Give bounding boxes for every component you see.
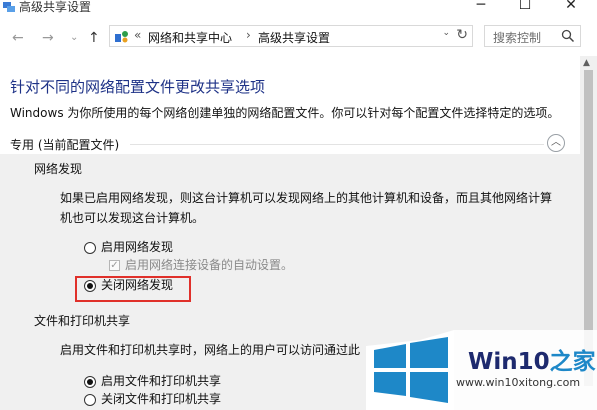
network-discovery-desc-line1: 如果已启用网络发现，则这台计算机可以发现网络上的其他计算机和设备，而且其他网络计… — [60, 191, 553, 205]
minimize-button[interactable]: ─ — [466, 0, 496, 16]
file-sharing-on-label[interactable]: 启用文件和打印机共享 — [101, 372, 221, 389]
file-printer-sharing-title: 文件和打印机共享 — [34, 314, 131, 328]
file-sharing-on-radio[interactable] — [84, 376, 96, 388]
recent-locations-dropdown[interactable]: ⌄ — [70, 28, 78, 48]
annotation-highlight-box — [75, 276, 191, 302]
forward-button[interactable]: → — [42, 28, 54, 48]
title-bar: 高级共享设置 ─ ☐ ✕ — [0, 0, 597, 20]
network-discovery-on-radio[interactable] — [84, 242, 96, 254]
refresh-icon[interactable]: ↻ — [456, 27, 468, 43]
watermark-brand: Win10之家 — [468, 342, 596, 376]
breadcrumb-advanced-sharing[interactable]: 高级共享设置 — [258, 29, 330, 46]
close-button[interactable]: ✕ — [556, 0, 586, 16]
network-discovery-desc-line2: 机也可以发现这台计算机。 — [60, 211, 205, 225]
search-placeholder: 搜索控制 — [493, 31, 542, 45]
network-sharing-icon — [3, 2, 15, 12]
file-printer-sharing-desc: 启用文件和打印机共享时，网络上的用户可以访问通过此 — [60, 343, 361, 357]
network-discovery-title: 网络发现 — [34, 162, 83, 176]
up-button[interactable]: ↑ — [88, 28, 100, 48]
page-heading: 针对不同的网络配置文件更改共享选项 — [10, 78, 266, 96]
window-title: 高级共享设置 — [19, 0, 92, 14]
watermark-url: www.win10xitong.com — [456, 376, 581, 389]
brand-main: Win10 — [468, 349, 550, 375]
file-sharing-off-label[interactable]: 关闭文件和打印机共享 — [101, 390, 221, 407]
page-description: Windows 为你所使用的每个网络创建单独的网络配置文件。你可以针对每个配置文… — [10, 106, 560, 120]
auto-setup-checkbox: ✓ — [109, 260, 120, 271]
search-input[interactable]: 搜索控制 — [484, 25, 581, 47]
collapse-chevron-up-icon[interactable]: ︿ — [547, 134, 565, 152]
watermark-logo: Win10之家 www.win10xitong.com — [366, 326, 597, 410]
auto-setup-label: 启用网络连接设备的自动设置。 — [125, 258, 294, 272]
address-dropdown-icon[interactable]: ⌄ — [442, 28, 450, 38]
address-bar[interactable]: « 网络和共享中心 › 高级共享设置 ⌄ ↻ — [109, 25, 473, 47]
breadcrumb-network-center[interactable]: 网络和共享中心 — [148, 29, 232, 46]
search-icon[interactable] — [561, 29, 575, 43]
network-discovery-on-label[interactable]: 启用网络发现 — [101, 238, 173, 255]
address-overflow[interactable]: « — [134, 28, 141, 42]
file-sharing-off-radio[interactable] — [84, 394, 96, 406]
scroll-up-arrow-icon[interactable]: ▲ — [583, 58, 590, 68]
back-button[interactable]: ← — [12, 28, 24, 48]
section-divider — [130, 144, 544, 145]
control-panel-icon — [115, 31, 128, 43]
brand-accent: 之家 — [549, 349, 596, 375]
breadcrumb-separator[interactable]: › — [246, 28, 251, 42]
profile-section-title[interactable]: 专用 (当前配置文件) — [10, 136, 119, 153]
navigation-bar: ← → ⌄ ↑ « 网络和共享中心 › 高级共享设置 ⌄ ↻ 搜索控制 — [0, 24, 597, 52]
maximize-button[interactable]: ☐ — [510, 0, 540, 16]
